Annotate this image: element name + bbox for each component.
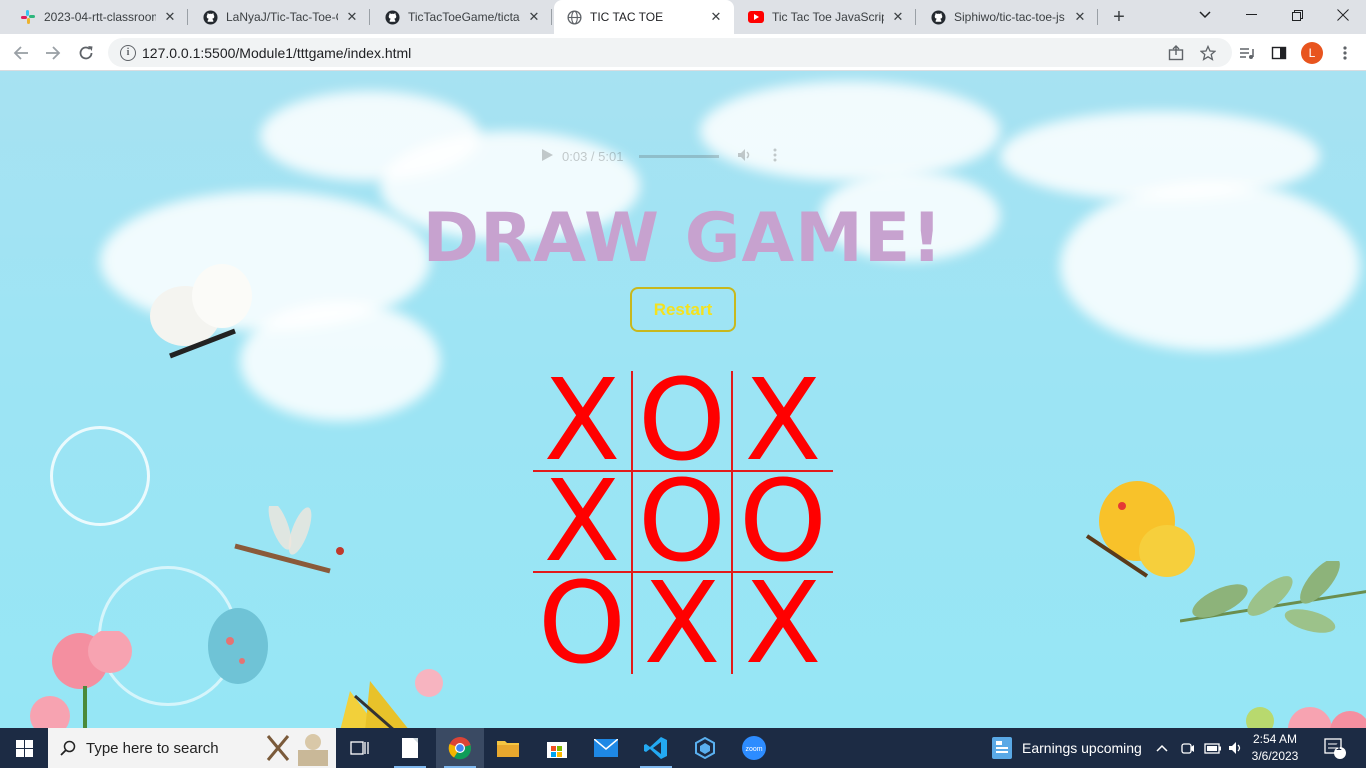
cube-app-icon[interactable]	[681, 728, 729, 768]
search-icon	[60, 740, 76, 756]
youtube-icon	[748, 9, 764, 25]
tab-title: LaNyaJ/Tic-Tac-Toe-Ga	[226, 10, 338, 24]
flower-decoration	[20, 629, 160, 728]
tab-github-lanyaj[interactable]: LaNyaJ/Tic-Tac-Toe-Ga ✕	[190, 0, 370, 34]
leaf-branch-decoration	[1179, 558, 1366, 666]
vscode-app-icon[interactable]	[632, 728, 680, 768]
close-icon[interactable]: ✕	[708, 9, 724, 25]
notification-center-icon[interactable]: 1	[1324, 728, 1346, 768]
volume-icon[interactable]	[737, 148, 753, 165]
github-icon	[930, 9, 946, 25]
file-explorer-icon[interactable]	[484, 728, 532, 768]
bubble-decoration	[50, 426, 150, 526]
url-text: 127.0.0.1:5500/Module1/tttgame/index.htm…	[142, 44, 412, 61]
tab-slack[interactable]: 2023-04-rtt-classroom ✕	[8, 0, 188, 34]
windows-taskbar: Type here to search zoom Earnings upcomi…	[0, 728, 1366, 768]
dragonfly-decoration	[230, 502, 360, 591]
restart-button[interactable]: Restart	[630, 287, 736, 332]
show-hidden-icons-chevron-icon[interactable]	[1156, 728, 1168, 768]
tab-separator	[187, 9, 188, 25]
game-status-headline: DRAW GAME!	[422, 199, 944, 278]
close-icon[interactable]: ✕	[344, 9, 360, 25]
cloud-decoration	[240, 301, 440, 421]
tab-youtube[interactable]: Tic Tac Toe JavaScript ✕	[736, 0, 916, 34]
board-cell-9[interactable]: X	[733, 568, 833, 680]
new-tab-plus-icon[interactable]: +	[1108, 6, 1130, 28]
search-placeholder: Type here to search	[86, 739, 219, 757]
tab-separator	[551, 9, 552, 25]
github-icon	[384, 9, 400, 25]
notification-count: 1	[1336, 742, 1342, 753]
blue-butterfly-decoration	[198, 606, 278, 701]
close-icon[interactable]: ✕	[890, 9, 906, 25]
tab-separator	[369, 9, 370, 25]
board-cell-7[interactable]: O	[533, 568, 633, 680]
slack-icon	[20, 9, 36, 25]
windows-start-icon[interactable]	[0, 728, 48, 768]
window-close-icon[interactable]	[1320, 0, 1366, 30]
board-cell-4[interactable]: X	[533, 466, 633, 578]
board-cell-6[interactable]: O	[733, 466, 833, 578]
tab-strip: 2023-04-rtt-classroom ✕ LaNyaJ/Tic-Tac-T…	[0, 0, 1366, 34]
microsoft-store-icon[interactable]	[533, 728, 581, 768]
tic-tac-toe-board: X O X X O O O X X	[533, 365, 833, 680]
site-info-icon[interactable]: i	[120, 44, 136, 61]
tab-separator	[915, 9, 916, 25]
task-view-icon[interactable]	[336, 728, 384, 768]
news-text: Earnings upcoming	[1022, 740, 1142, 756]
tab-tic-tac-toe[interactable]: TIC TAC TOE ✕	[554, 0, 734, 34]
address-bar[interactable]: i 127.0.0.1:5500/Module1/tttgame/index.h…	[108, 38, 1232, 67]
bookmark-star-icon[interactable]	[1197, 42, 1219, 64]
game-page: 0:03 / 5:01 DRAW GAME! Restart X O X X O…	[0, 71, 1366, 728]
taskbar-clock[interactable]: 2:54 AM 3/6/2023	[1240, 731, 1310, 765]
taskbar-search-box[interactable]: Type here to search	[48, 728, 336, 768]
news-widget[interactable]: Earnings upcoming	[992, 728, 1142, 768]
chrome-app-icon[interactable]	[436, 728, 484, 768]
forward-arrow-icon[interactable]	[40, 40, 66, 66]
media-control-icon[interactable]	[1236, 42, 1258, 64]
github-icon	[202, 9, 218, 25]
side-panel-icon[interactable]	[1268, 42, 1290, 64]
battery-icon[interactable]	[1204, 728, 1222, 768]
restore-icon[interactable]	[1274, 0, 1320, 30]
back-arrow-icon[interactable]	[8, 40, 34, 66]
board-cell-5[interactable]: O	[633, 466, 733, 578]
zoom-app-icon[interactable]: zoom	[730, 728, 778, 768]
clock-time: 2:54 AM	[1252, 732, 1298, 746]
svg-text:zoom: zoom	[745, 746, 762, 753]
meet-now-icon[interactable]	[1181, 728, 1195, 768]
mail-app-icon[interactable]	[582, 728, 630, 768]
close-icon[interactable]: ✕	[526, 9, 542, 25]
share-icon[interactable]	[1165, 42, 1187, 64]
clock-date: 3/6/2023	[1251, 749, 1299, 763]
news-document-icon	[992, 737, 1012, 759]
kebab-menu-icon[interactable]	[1334, 42, 1356, 64]
tab-title: Tic Tac Toe JavaScript	[772, 10, 884, 24]
profile-avatar[interactable]: L	[1301, 42, 1323, 64]
globe-icon	[566, 9, 582, 25]
tab-search-chevron-icon[interactable]	[1182, 0, 1228, 30]
tab-github-tictactoegame[interactable]: TicTacToeGame/tictact ✕	[372, 0, 552, 34]
tab-title: TicTacToeGame/tictact	[408, 10, 520, 24]
tab-title: TIC TAC TOE	[590, 10, 664, 24]
play-icon[interactable]	[540, 148, 554, 165]
pink-flower-decoration	[1240, 691, 1366, 728]
audio-more-icon[interactable]	[773, 148, 777, 165]
audio-player[interactable]: 0:03 / 5:01	[540, 143, 825, 169]
tab-title: Siphiwo/tic-tac-toe-js	[954, 10, 1065, 24]
tab-separator	[1097, 9, 1098, 25]
board-cell-8[interactable]: X	[633, 568, 733, 680]
search-highlight-icon	[258, 730, 332, 766]
audio-progress-track[interactable]	[639, 154, 720, 158]
notepad-app-icon[interactable]	[386, 728, 434, 768]
minimize-icon[interactable]	[1228, 0, 1274, 30]
close-icon[interactable]: ✕	[162, 9, 178, 25]
blossom-decoration	[415, 669, 443, 697]
tab-github-siphiwo[interactable]: Siphiwo/tic-tac-toe-js ✕	[918, 0, 1098, 34]
close-icon[interactable]: ✕	[1072, 9, 1088, 25]
tab-title: 2023-04-rtt-classroom	[44, 10, 156, 24]
reload-icon[interactable]	[73, 40, 99, 66]
audio-time: 0:03 / 5:01	[562, 148, 624, 164]
browser-toolbar: i 127.0.0.1:5500/Module1/tttgame/index.h…	[0, 34, 1366, 71]
